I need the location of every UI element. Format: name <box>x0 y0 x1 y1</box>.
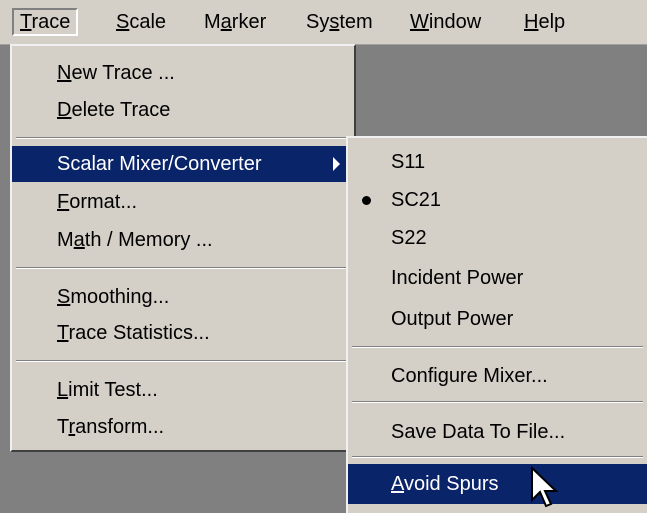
menu-window[interactable]: Window <box>404 8 487 36</box>
menu-item-smoothing[interactable]: Smoothing... <box>12 279 354 315</box>
menu-item-delete-trace[interactable]: Delete Trace <box>12 92 354 128</box>
menu-scale[interactable]: Scale <box>110 8 172 36</box>
menu-marker[interactable]: Marker <box>198 8 272 36</box>
submenu-item-avoid-spurs[interactable]: Avoid Spurs <box>348 464 647 504</box>
menu-bar: Trace Scale Marker System Window Help <box>0 0 647 45</box>
menu-system[interactable]: System <box>300 8 379 36</box>
menu-separator <box>352 401 643 403</box>
menu-item-limit-test[interactable]: Limit Test... <box>12 372 354 408</box>
menu-item-format[interactable]: Format... <box>12 184 354 220</box>
menu-separator <box>16 267 350 269</box>
scalar-mixer-submenu: S11 SC21 S22 Incident Power Output Power… <box>346 136 647 513</box>
menu-trace[interactable]: Trace <box>12 8 79 36</box>
submenu-item-output-power[interactable]: Output Power <box>348 301 647 337</box>
submenu-item-save-data-to-file[interactable]: Save Data To File... <box>348 414 647 450</box>
radio-bullet-icon <box>362 196 371 205</box>
submenu-arrow-icon <box>333 157 340 171</box>
submenu-item-incident-power[interactable]: Incident Power <box>348 260 647 296</box>
menu-separator <box>352 456 643 458</box>
menu-item-trace-statistics[interactable]: Trace Statistics... <box>12 315 354 351</box>
menu-item-transform[interactable]: Transform... <box>12 409 354 445</box>
trace-menu: New Trace ... Delete Trace Scalar Mixer/… <box>10 44 356 452</box>
menu-item-scalar-mixer-converter[interactable]: Scalar Mixer/Converter <box>12 146 354 182</box>
menu-separator <box>352 346 643 348</box>
mouse-pointer-icon <box>531 466 559 508</box>
menu-item-math-memory[interactable]: Math / Memory ... <box>12 222 354 258</box>
submenu-item-s11[interactable]: S11 <box>348 144 647 180</box>
menu-separator <box>16 360 350 362</box>
submenu-item-sc21[interactable]: SC21 <box>348 182 647 218</box>
submenu-item-configure-mixer[interactable]: Configure Mixer... <box>348 358 647 394</box>
submenu-item-s22[interactable]: S22 <box>348 220 647 256</box>
menu-help[interactable]: Help <box>518 8 571 36</box>
menu-item-new-trace[interactable]: New Trace ... <box>12 55 354 91</box>
menu-separator <box>16 137 350 139</box>
